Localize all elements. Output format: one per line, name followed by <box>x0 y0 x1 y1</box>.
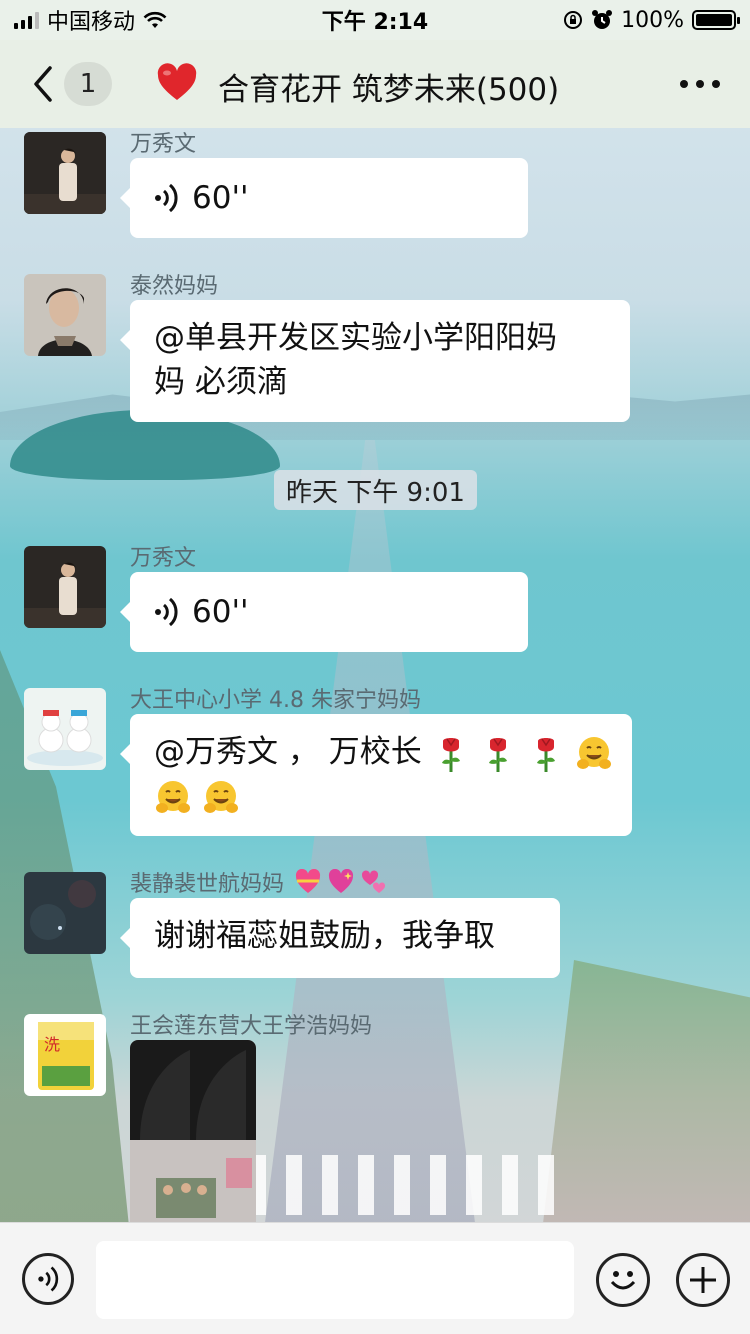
battery-percent: 100% <box>621 7 684 33</box>
alarm-icon <box>592 10 613 29</box>
avatar[interactable] <box>24 132 106 214</box>
sender-name: 大王中心小学 4.8 朱家宁妈妈 <box>130 688 421 713</box>
avatar[interactable]: 洗 <box>24 1014 106 1096</box>
chat-title[interactable]: 合育花开 筑梦未来(500) <box>218 64 559 109</box>
image-message[interactable] <box>130 1040 256 1222</box>
unread-count-badge[interactable]: 1 <box>64 62 112 106</box>
rose-icon <box>537 737 556 772</box>
message-input[interactable] <box>96 1241 574 1319</box>
sparkling-heart-icon <box>328 868 354 893</box>
hugging-face-icon <box>577 736 612 769</box>
voice-duration: 60'' <box>192 180 249 216</box>
sender-name: 万秀文 <box>130 132 197 157</box>
voice-input-toggle-button[interactable] <box>22 1253 74 1305</box>
voice-message-bubble[interactable]: 60'' <box>120 158 528 238</box>
rose-icon <box>489 737 508 772</box>
avatar[interactable] <box>24 688 106 770</box>
sender-name: 万秀文 <box>130 546 197 571</box>
rotation-lock-icon <box>564 11 583 29</box>
emoji-button[interactable] <box>596 1253 650 1307</box>
message-list[interactable]: 万秀文 60'' 泰然妈妈 @单县开发区实验小学阳阳妈 妈 必须滴 昨天 下午 … <box>0 128 750 1222</box>
input-bar <box>0 1222 750 1334</box>
sender-name-row: 裴静裴世航妈妈 <box>130 866 387 901</box>
sender-name: 王会莲东营大王学浩妈妈 <box>130 1014 373 1039</box>
status-bar: 中国移动 下午 2:14 100% <box>0 0 750 40</box>
voice-wave-icon <box>155 597 178 627</box>
voice-wave-icon <box>38 1266 59 1292</box>
message-text-line: 谢谢福蕊姐鼓励，我争取 <box>154 918 495 954</box>
voice-message-bubble[interactable]: 60'' <box>120 572 528 652</box>
heart-icon <box>157 63 197 100</box>
hugging-face-icon <box>203 780 238 813</box>
signal-icon <box>14 11 39 29</box>
avatar[interactable] <box>24 872 106 954</box>
chat-header: 1 合育花开 筑梦未来(500) <box>0 40 750 128</box>
avatar[interactable] <box>24 274 106 356</box>
revolving-hearts-icon <box>361 870 386 893</box>
timestamp-divider: 昨天 下午 9:01 <box>274 470 477 510</box>
plus-icon <box>690 1267 716 1293</box>
wifi-icon <box>143 11 167 28</box>
hugging-face-icon <box>156 780 190 813</box>
message-text-line: @单县开发区实验小学阳阳妈 <box>154 320 557 356</box>
rose-icon <box>441 737 460 772</box>
text-message-bubble[interactable]: @单县开发区实验小学阳阳妈 妈 必须滴 <box>120 300 630 422</box>
voice-wave-icon <box>155 183 178 213</box>
text-message-bubble[interactable]: @万秀文 ， 万校长 <box>120 714 632 836</box>
smiley-icon <box>610 1271 636 1290</box>
avatar[interactable] <box>24 546 106 628</box>
battery-icon <box>692 10 740 30</box>
message-text-line: @万秀文 ， 万校长 <box>154 734 422 770</box>
sender-name: 裴静裴世航妈妈 <box>130 872 285 897</box>
more-options-button[interactable] <box>680 70 720 98</box>
more-functions-button[interactable] <box>676 1253 730 1307</box>
text-message-bubble[interactable]: 谢谢福蕊姐鼓励，我争取 <box>120 898 560 978</box>
svg-text:洗: 洗 <box>44 1035 60 1054</box>
heart-ribbon-icon <box>295 868 321 893</box>
sender-name: 泰然妈妈 <box>130 274 219 299</box>
message-text-line: 妈 必须滴 <box>154 364 288 400</box>
back-button[interactable] <box>28 64 58 104</box>
carrier-label: 中国移动 <box>47 10 136 35</box>
voice-duration: 60'' <box>192 594 249 630</box>
